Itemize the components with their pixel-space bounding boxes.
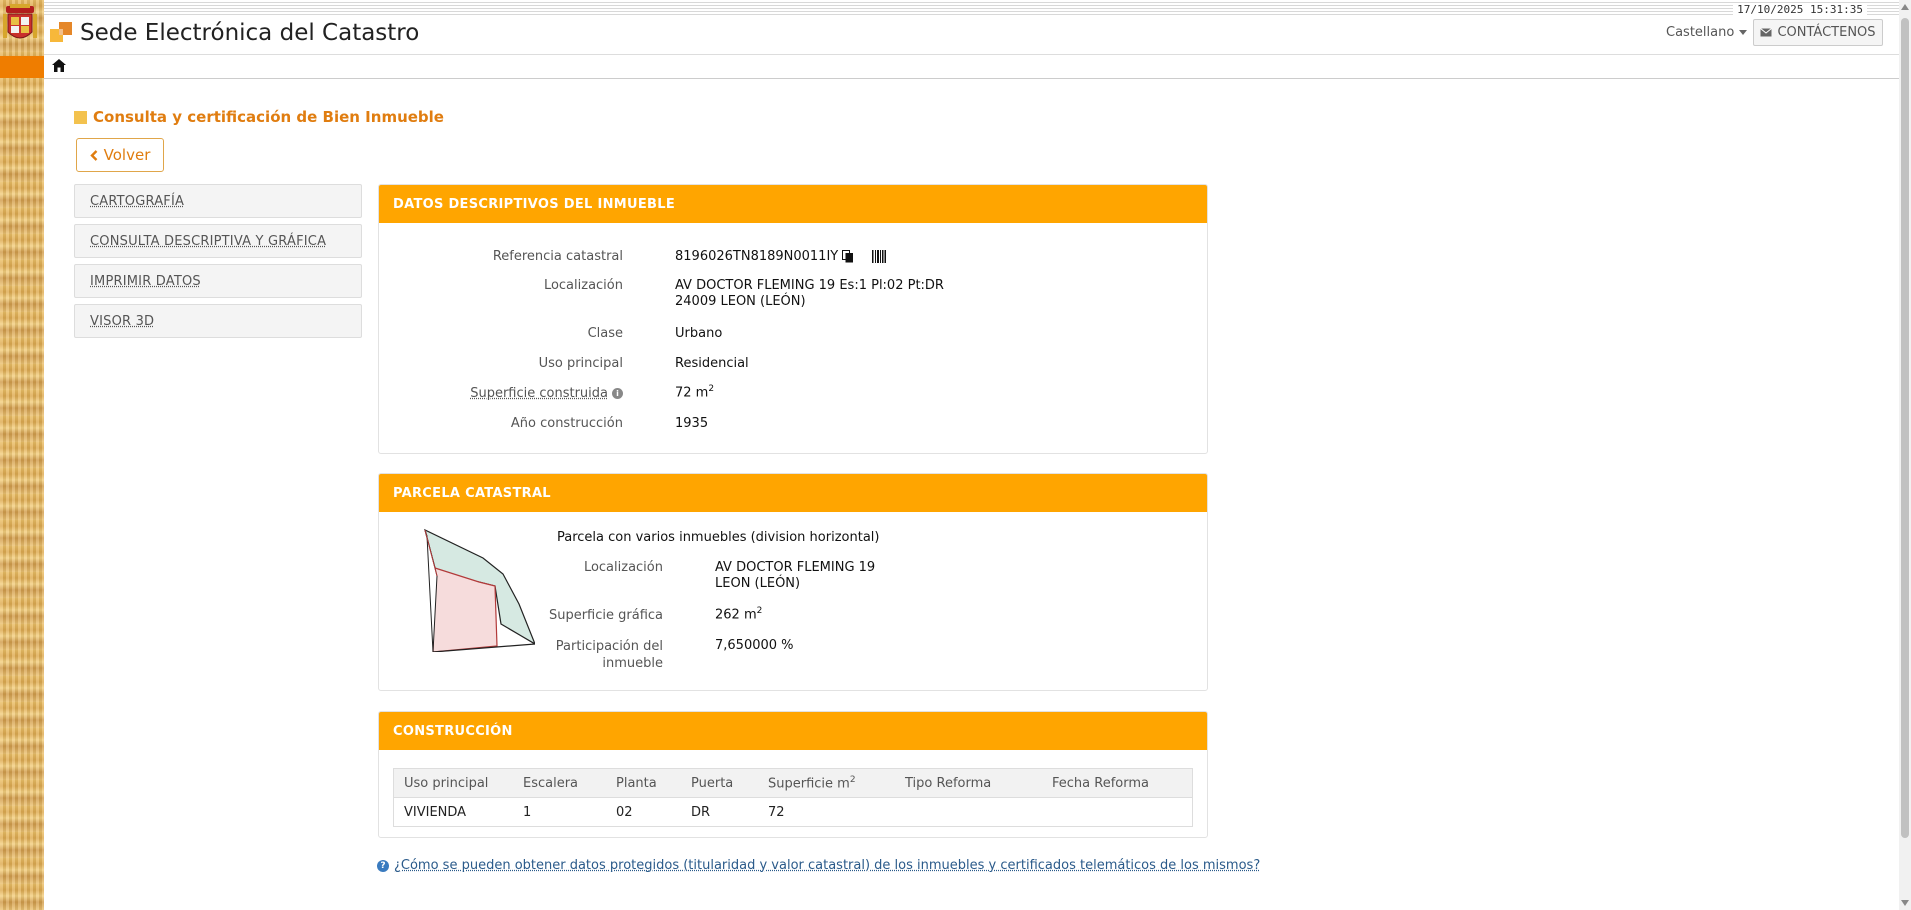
loc-line-1: AV DOCTOR FLEMING 19 Es:1 Pl:02 Pt:DR (675, 278, 944, 293)
contact-label: CONTÁCTENOS (1777, 25, 1876, 40)
table-cell: DR (681, 797, 758, 827)
column-header: Escalera (513, 768, 606, 798)
nav-divider-bottom (44, 78, 1899, 79)
heading-square-icon (74, 110, 87, 124)
table-cell: 1 (513, 797, 606, 827)
table-cell: 02 (606, 797, 681, 827)
participacion-label: Participación del inmueble (529, 638, 663, 672)
parcela-description: Parcela con varios inmuebles (division h… (557, 530, 880, 545)
strip-shading (0, 0, 44, 910)
contact-button[interactable]: CONTÁCTENOS (1753, 19, 1883, 46)
sidebar-item-label: VISOR 3D (90, 313, 155, 329)
sidebar-item-label: IMPRIMIR DATOS (90, 273, 201, 289)
parcela-loc-value: AV DOCTOR FLEMING 19 LEON (LEÓN) (715, 560, 875, 592)
sidebar-item-consulta-descriptiva[interactable]: CONSULTA DESCRIPTIVA Y GRÁFICA (74, 224, 362, 258)
parcela-loc-label: Localización (583, 560, 663, 575)
table-row: VIVIENDA 1 02 DR 72 (393, 797, 1193, 827)
panel-header: CONSTRUCCIÓN (379, 712, 1207, 750)
ref-label: Referencia catastral (492, 249, 623, 264)
participacion-label-line-2: inmueble (602, 656, 663, 671)
panel-header: PARCELA CATASTRAL (379, 474, 1207, 512)
datetime-display: 17/10/2025 15:31:35 (1733, 3, 1867, 16)
sidebar-item-visor-3d[interactable]: VISOR 3D (74, 304, 362, 338)
parcela-loc-line-1: AV DOCTOR FLEMING 19 (715, 560, 876, 575)
column-header: Tipo Reforma (895, 768, 1042, 798)
chevron-left-icon (89, 149, 97, 161)
loc-value: AV DOCTOR FLEMING 19 Es:1 Pl:02 Pt:DR 24… (675, 278, 944, 310)
parcela-sup-exponent: 2 (756, 606, 763, 616)
scroll-down-arrow[interactable] (1901, 900, 1909, 906)
ref-value: 8196026TN8189N0011IY (675, 249, 839, 264)
top-decorative-lines (44, 0, 1899, 16)
sup-label-group: Superficie construida i (419, 386, 623, 401)
ref-value-group: 8196026TN8189N0011IY (675, 249, 887, 264)
sup-label: Superficie construida (470, 386, 608, 401)
page-title: Consulta y certificación de Bien Inmuebl… (74, 108, 444, 126)
sidebar-item-imprimir-datos[interactable]: IMPRIMIR DATOS (74, 264, 362, 298)
anio-value: 1935 (675, 416, 709, 431)
participacion-value: 7,650000 % (715, 638, 794, 653)
scroll-up-arrow[interactable] (1901, 4, 1909, 10)
sup-unit-exponent: 2 (708, 384, 715, 394)
table-cell: 72 (758, 797, 895, 827)
page-title-text: Consulta y certificación de Bien Inmuebl… (93, 108, 444, 126)
column-header: Puerta (681, 768, 758, 798)
parcela-sup-value-group: 262 m2 (715, 606, 762, 622)
parcela-loc-line-2: LEON (LEÓN) (715, 576, 801, 591)
datos-descriptivos-panel: DATOS DESCRIPTIVOS DEL INMUEBLE Referenc… (378, 184, 1208, 454)
table-cell: VIVIENDA (393, 797, 513, 827)
column-header: Fecha Reforma (1042, 768, 1193, 798)
help-link-text: ¿Cómo se pueden obtener datos protegidos… (394, 858, 1261, 873)
clase-value: Urbano (675, 326, 723, 341)
vertical-scrollbar[interactable] (1899, 0, 1911, 910)
column-header: Uso principal (393, 768, 513, 798)
construccion-panel: CONSTRUCCIÓN Uso principal Escalera Plan… (378, 711, 1208, 838)
column-header: Planta (606, 768, 681, 798)
parcela-catastral-panel: PARCELA CATASTRAL Parcela con varios inm… (378, 473, 1208, 691)
uso-value: Residencial (675, 356, 749, 371)
back-label: Volver (103, 146, 151, 164)
clase-label: Clase (587, 326, 623, 341)
column-header-superficie: Superficie m2 (758, 768, 895, 798)
site-title[interactable]: Sede Electrónica del Catastro (80, 20, 419, 46)
construccion-table: Uso principal Escalera Planta Puerta Sup… (393, 768, 1193, 827)
coat-of-arms-icon (3, 4, 37, 39)
sup-value-group: 72 m2 (675, 384, 714, 400)
parcel-map-thumbnail[interactable] (423, 528, 535, 652)
scroll-thumb[interactable] (1901, 18, 1909, 838)
uso-label: Uso principal (538, 356, 623, 371)
parcela-sup-value: 262 m (715, 607, 757, 623)
info-icon[interactable]: i (612, 388, 623, 399)
language-label: Castellano (1666, 25, 1735, 40)
parcela-sup-label: Superficie gráfica (548, 608, 663, 623)
anio-label: Año construcción (510, 416, 623, 431)
question-icon: ? (377, 859, 389, 872)
catastro-logo-icon (50, 22, 72, 42)
column-header-exponent: 2 (849, 774, 856, 785)
participacion-label-line-1: Participación del (555, 639, 663, 654)
loc-line-2: 24009 LEON (LEÓN) (675, 294, 806, 309)
column-header-text: Superficie m (768, 776, 850, 792)
sup-value: 72 m (675, 385, 709, 401)
home-icon[interactable] (52, 59, 66, 72)
sidebar-menu: CARTOGRAFÍA CONSULTA DESCRIPTIVA Y GRÁFI… (74, 184, 362, 344)
language-selector[interactable]: Castellano (1666, 25, 1748, 40)
left-decorative-strip (0, 0, 44, 910)
table-cell (1042, 797, 1193, 827)
sidebar-item-label: CARTOGRAFÍA (90, 193, 185, 209)
nav-divider-top (44, 54, 1899, 55)
back-button[interactable]: Volver (76, 138, 164, 172)
left-orange-band (0, 56, 44, 78)
copy-icon[interactable] (842, 250, 854, 263)
help-link[interactable]: ? ¿Cómo se pueden obtener datos protegid… (377, 858, 1260, 873)
sidebar-item-cartografia[interactable]: CARTOGRAFÍA (74, 184, 362, 218)
panel-header: DATOS DESCRIPTIVOS DEL INMUEBLE (379, 185, 1207, 223)
envelope-icon (1760, 28, 1773, 37)
sidebar-item-label: CONSULTA DESCRIPTIVA Y GRÁFICA (90, 233, 327, 249)
table-header-row: Uso principal Escalera Planta Puerta Sup… (393, 768, 1193, 798)
caret-down-icon (1739, 30, 1748, 35)
table-cell (895, 797, 1042, 827)
barcode-icon[interactable] (872, 250, 887, 263)
loc-label: Localización (543, 278, 623, 293)
